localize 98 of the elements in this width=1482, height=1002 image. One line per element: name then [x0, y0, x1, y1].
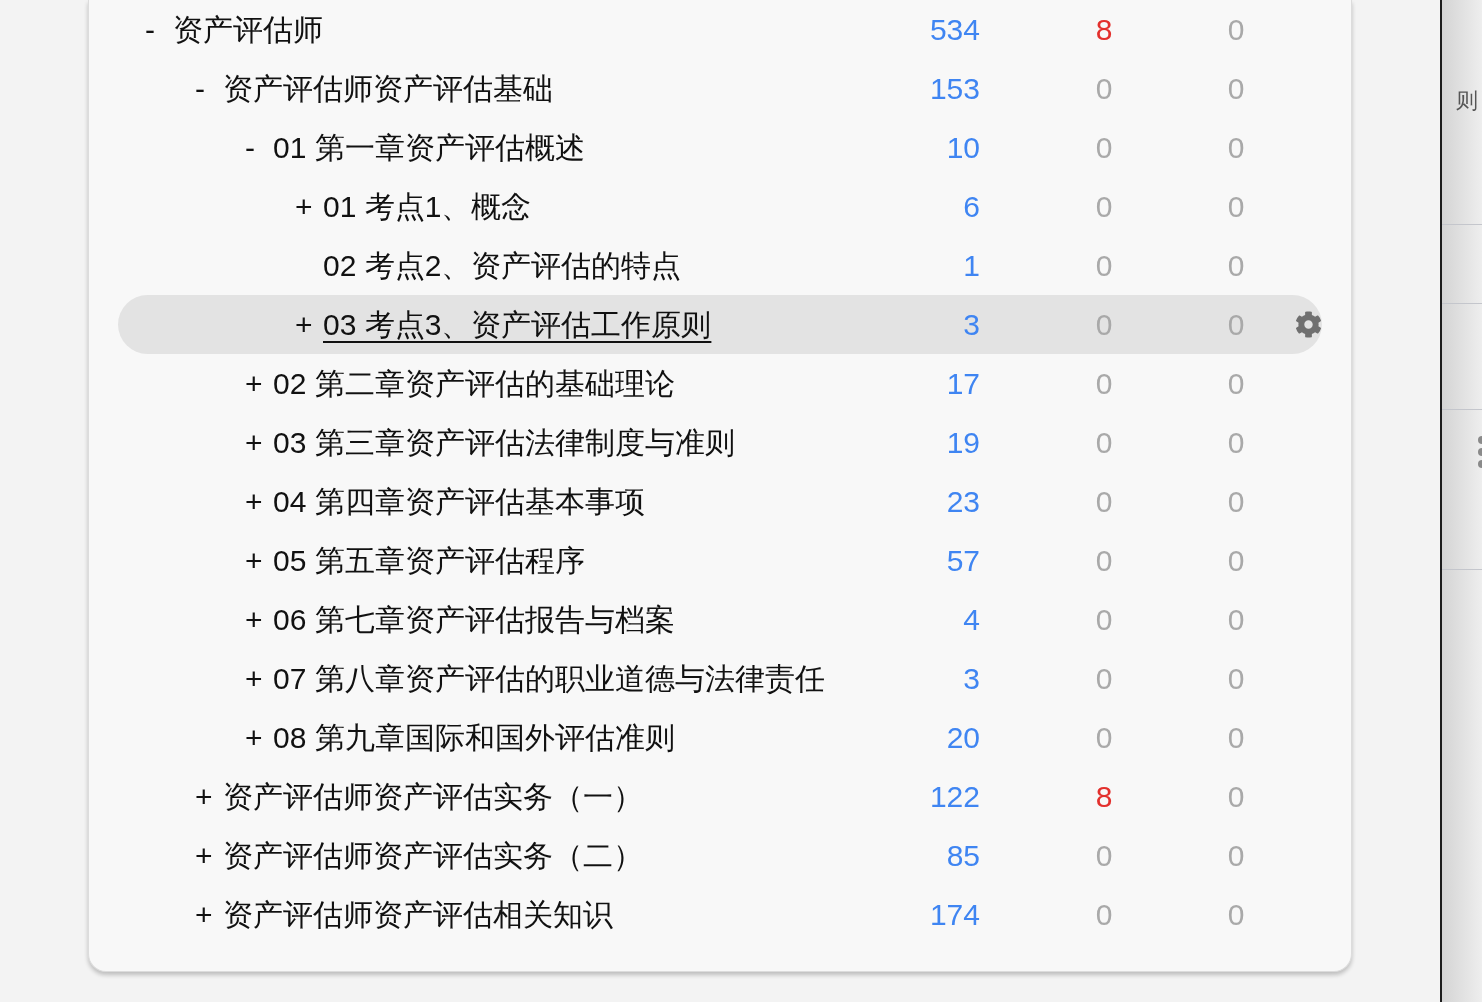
count-text: 174 [928, 896, 980, 933]
expand-toggle[interactable]: + [245, 542, 273, 579]
tree-row[interactable]: - 资产评估师 534 8 0 [118, 0, 1322, 59]
count-text: 57 [945, 542, 980, 579]
settings-icon[interactable] [1294, 311, 1322, 338]
tree-row[interactable]: + 03 第三章资产评估法律制度与准则 19 0 0 [118, 413, 1322, 472]
tree-row[interactable]: + 02 第二章资产评估的基础理论 17 0 0 [118, 354, 1322, 413]
expand-toggle[interactable]: + [195, 837, 223, 874]
expand-toggle[interactable]: + [245, 483, 273, 520]
tree-item-label[interactable]: 03 第三章资产评估法律制度与准则 [273, 424, 735, 461]
count-text: 0 [1226, 306, 1246, 343]
count-text: 0 [1094, 483, 1114, 520]
expand-toggle[interactable]: + [245, 365, 273, 402]
count-text: 0 [1226, 365, 1246, 402]
expand-toggle[interactable]: - [195, 70, 223, 107]
count-text: 0 [1226, 837, 1246, 874]
count-text: 0 [1226, 719, 1246, 756]
count-text: 3 [962, 660, 980, 697]
count-text: 0 [1226, 70, 1246, 107]
tree-item-label[interactable]: 02 第二章资产评估的基础理论 [273, 365, 675, 402]
count-text: 19 [945, 424, 980, 461]
count-text: 0 [1226, 601, 1246, 638]
count-text: 0 [1226, 896, 1246, 933]
expand-toggle[interactable]: + [245, 601, 273, 638]
count-text: 0 [1226, 424, 1246, 461]
expand-toggle[interactable]: - [145, 11, 173, 48]
tree-item-label[interactable]: 资产评估师资产评估基础 [223, 70, 553, 107]
count-text: 20 [945, 719, 980, 756]
tree-row[interactable]: - 资产评估师资产评估基础 153 0 0 [118, 59, 1322, 118]
count-text: 8 [1094, 778, 1114, 815]
count-text: 0 [1226, 778, 1246, 815]
tree-item-label[interactable]: 05 第五章资产评估程序 [273, 542, 585, 579]
tree-row[interactable]: + 07 第八章资产评估的职业道德与法律责任 3 0 0 [118, 649, 1322, 708]
count-text: 3 [962, 306, 980, 343]
tree-item-label[interactable]: 03 考点3、资产评估工作原则 [323, 306, 712, 343]
count-text: 0 [1094, 542, 1114, 579]
expand-toggle[interactable]: + [195, 896, 223, 933]
count-text: 0 [1226, 247, 1246, 284]
tree-item-label[interactable]: 08 第九章国际和国外评估准则 [273, 719, 675, 756]
expand-toggle[interactable]: + [295, 188, 323, 225]
count-text: 17 [945, 365, 980, 402]
count-text: 6 [962, 188, 980, 225]
count-text: 1 [962, 247, 980, 284]
count-text: 0 [1094, 188, 1114, 225]
count-text: 8 [1094, 11, 1114, 48]
tree-row[interactable]: + 资产评估师资产评估实务（一） 122 8 0 [118, 767, 1322, 826]
tree-row[interactable]: + 资产评估师资产评估相关知识 174 0 0 [118, 885, 1322, 944]
tree-row[interactable]: + 04 第四章资产评估基本事项 23 0 0 [118, 472, 1322, 531]
expand-toggle[interactable]: + [195, 778, 223, 815]
count-text: 534 [928, 11, 980, 48]
tree-row[interactable]: + 资产评估师资产评估实务（二） 85 0 0 [118, 826, 1322, 885]
count-text: 0 [1094, 660, 1114, 697]
count-text: 0 [1094, 719, 1114, 756]
tree-row[interactable]: 02 考点2、资产评估的特点 1 0 0 [118, 236, 1322, 295]
tree-row[interactable]: + 08 第九章国际和国外评估准则 20 0 0 [118, 708, 1322, 767]
count-text: 0 [1094, 247, 1114, 284]
tree-item-label[interactable]: 资产评估师 [173, 11, 323, 48]
count-text: 85 [945, 837, 980, 874]
expand-toggle[interactable]: + [295, 306, 323, 343]
expand-toggle[interactable]: + [245, 424, 273, 461]
count-text: 0 [1094, 601, 1114, 638]
tree-item-label[interactable]: 01 第一章资产评估概述 [273, 129, 585, 166]
tree-row[interactable]: + 05 第五章资产评估程序 57 0 0 [118, 531, 1322, 590]
count-text: 0 [1226, 660, 1246, 697]
count-text: 0 [1094, 837, 1114, 874]
count-text: 0 [1094, 424, 1114, 461]
count-text: 0 [1094, 306, 1114, 343]
tree-item-label[interactable]: 资产评估师资产评估实务（二） [223, 837, 643, 874]
tree-row[interactable]: + 01 考点1、概念 6 0 0 [118, 177, 1322, 236]
expand-toggle[interactable]: - [245, 129, 273, 166]
count-text: 0 [1226, 129, 1246, 166]
count-text: 153 [928, 70, 980, 107]
tree-item-label[interactable]: 04 第四章资产评估基本事项 [273, 483, 645, 520]
tree-item-label[interactable]: 02 考点2、资产评估的特点 [323, 247, 682, 284]
count-text: 0 [1226, 483, 1246, 520]
tree-row[interactable]: + 06 第七章资产评估报告与档案 4 0 0 [118, 590, 1322, 649]
tree-item-label[interactable]: 06 第七章资产评估报告与档案 [273, 601, 675, 638]
expand-toggle[interactable]: + [245, 660, 273, 697]
count-text: 0 [1094, 365, 1114, 402]
tree-row[interactable]: - 01 第一章资产评估概述 10 0 0 [118, 118, 1322, 177]
expand-toggle[interactable]: + [245, 719, 273, 756]
count-text: 0 [1226, 542, 1246, 579]
count-text: 23 [945, 483, 980, 520]
tree-item-label[interactable]: 01 考点1、概念 [323, 188, 532, 225]
tree-item-label[interactable]: 资产评估师资产评估实务（一） [223, 778, 643, 815]
count-text: 0 [1226, 188, 1246, 225]
count-text: 0 [1094, 129, 1114, 166]
count-text: 0 [1094, 70, 1114, 107]
dots-icon[interactable] [1476, 436, 1482, 468]
tree-row[interactable]: + 03 考点3、资产评估工作原则 3 0 0 [118, 295, 1322, 354]
count-text: 10 [945, 129, 980, 166]
panel-text: 则 [1456, 88, 1479, 115]
count-text: 4 [962, 601, 980, 638]
count-text: 0 [1094, 896, 1114, 933]
count-text: 122 [928, 778, 980, 815]
count-text: 0 [1226, 11, 1246, 48]
tree-item-label[interactable]: 资产评估师资产评估相关知识 [223, 896, 613, 933]
tree-item-label[interactable]: 07 第八章资产评估的职业道德与法律责任 [273, 660, 825, 697]
